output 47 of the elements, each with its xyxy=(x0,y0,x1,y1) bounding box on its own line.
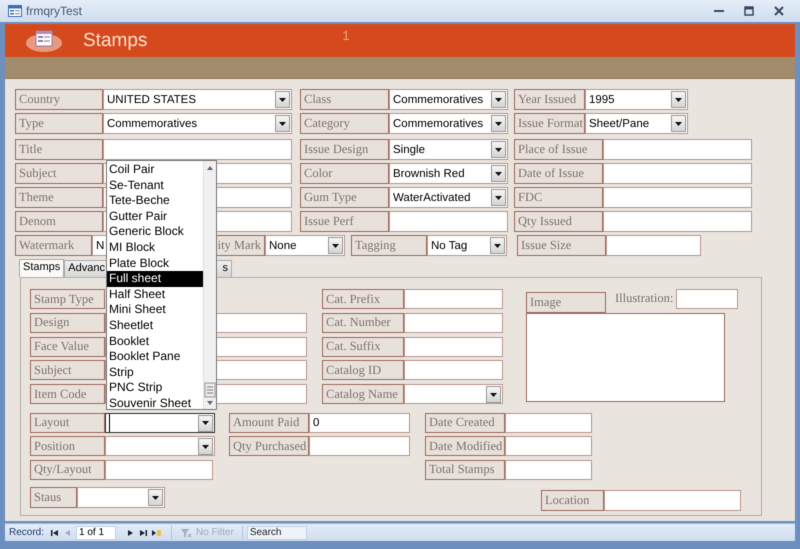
field-label: Cat. Prefix xyxy=(322,289,404,309)
field-label: Amount Paid xyxy=(229,412,309,433)
field-label: Position xyxy=(30,436,105,456)
field-label: Cat. Suffix xyxy=(322,336,404,357)
field-label: Subject xyxy=(15,163,103,184)
field-label: Location xyxy=(541,490,604,512)
field-label: Image xyxy=(526,292,606,313)
field-label: Place of Issue xyxy=(514,139,603,160)
record-number: 1 xyxy=(342,28,350,43)
field-label: Design xyxy=(30,312,105,333)
form-title: Stamps xyxy=(83,30,148,52)
field-label: Title xyxy=(15,139,103,160)
field-label: Date of Issue xyxy=(514,163,603,184)
field-label: Issue Format xyxy=(514,113,585,134)
field-label: Layout xyxy=(30,412,105,433)
field-label: Subject xyxy=(30,360,105,380)
window-title: frmqryTest xyxy=(26,4,82,18)
field-label: Issue Design xyxy=(300,139,389,160)
field-label: Issue Size xyxy=(517,235,606,256)
field-label: Tagging xyxy=(351,235,427,256)
field-label: Denom xyxy=(15,211,103,232)
field-label: Type xyxy=(15,113,103,134)
field-label: Country xyxy=(15,89,103,110)
record-label: Record: xyxy=(9,527,44,538)
field-label: Item Code xyxy=(30,384,105,404)
field-label: FDC xyxy=(514,187,603,208)
field-label: Total Stamps xyxy=(425,460,505,480)
field-label: Category xyxy=(300,113,389,134)
field-label: Issue Perf xyxy=(300,211,389,232)
field-label: Gum Type xyxy=(300,187,389,208)
field-label: Year Issued xyxy=(514,89,585,110)
field-label: Illustration: xyxy=(615,291,674,306)
field-label: Date Created xyxy=(425,412,505,433)
field-label: Theme xyxy=(15,187,103,208)
field-label: Watermark xyxy=(15,235,92,256)
field-label: Date Modified xyxy=(425,436,505,456)
field-label: Catalog ID xyxy=(322,360,404,380)
field-label: Color xyxy=(300,163,389,184)
field-label: Qty/Layout xyxy=(30,460,105,480)
field-label: Face Value xyxy=(30,336,105,357)
field-label: Catalog Name xyxy=(322,384,404,404)
field-label: Stamp Type xyxy=(30,289,105,309)
field-label: Staus xyxy=(30,487,77,508)
field-label: Cat. Number xyxy=(322,312,404,333)
field-label: Qty Purchased xyxy=(229,436,309,456)
field-label: Class xyxy=(300,89,389,110)
field-label: Qty Issued xyxy=(514,211,603,232)
